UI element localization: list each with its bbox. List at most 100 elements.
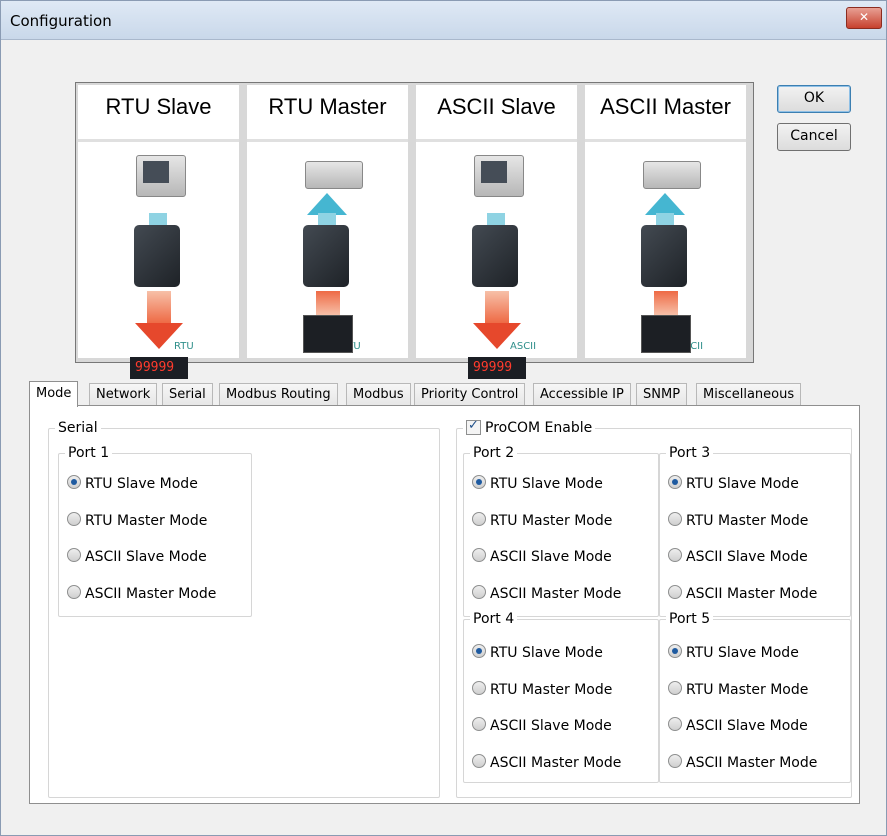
tab-snmp[interactable]: SNMP — [636, 383, 688, 406]
radio-button[interactable] — [67, 512, 81, 526]
port1-rtu-slave-radio[interactable]: RTU Slave Mode — [67, 475, 198, 493]
radio-label: ASCII Slave Mode — [490, 718, 612, 734]
radio-label: ASCII Master Mode — [686, 586, 818, 602]
radio-button[interactable] — [67, 585, 81, 599]
meter-display: 99999 — [135, 360, 175, 375]
port3-rtu-slave-radio[interactable]: RTU Slave Mode — [668, 475, 799, 493]
radio-label: ASCII Master Mode — [85, 586, 217, 602]
radio-button[interactable] — [472, 754, 486, 768]
radio-button[interactable] — [668, 717, 682, 731]
radio-label: RTU Master Mode — [85, 513, 208, 529]
panel-rtu-master: RTU Master RTU — [247, 85, 408, 358]
radio-button[interactable] — [668, 644, 682, 658]
tab-serial[interactable]: Serial — [162, 383, 213, 406]
tab-modbus-routing[interactable]: Modbus Routing — [219, 383, 338, 406]
radio-button[interactable] — [67, 548, 81, 562]
panel-ascii-master: ASCII Master ASCII — [585, 85, 746, 358]
port-label: Port 4 — [470, 611, 518, 627]
radio-button[interactable] — [67, 475, 81, 489]
radio-button[interactable] — [472, 585, 486, 599]
port-label: Port 5 — [666, 611, 714, 627]
radio-button[interactable] — [472, 681, 486, 695]
port2-rtu-slave-radio[interactable]: RTU Slave Mode — [472, 475, 603, 493]
radio-label: ASCII Master Mode — [490, 586, 622, 602]
panel-divider — [416, 139, 577, 142]
gateway-device-icon — [134, 225, 180, 287]
serial-group-label: Serial — [55, 420, 101, 436]
radio-button[interactable] — [472, 644, 486, 658]
pc-icon — [136, 155, 186, 197]
radio-button[interactable] — [472, 512, 486, 526]
port4-group: Port 4 RTU Slave Mode RTU Master Mode AS… — [463, 611, 659, 783]
port4-ascii-slave-radio[interactable]: ASCII Slave Mode — [472, 717, 612, 735]
tab-modbus[interactable]: Modbus — [346, 383, 411, 406]
port4-rtu-slave-radio[interactable]: RTU Slave Mode — [472, 644, 603, 662]
panel-rtu-slave: RTU Slave RTU 99999 — [78, 85, 239, 379]
radio-button[interactable] — [668, 585, 682, 599]
radio-label: RTU Master Mode — [490, 513, 613, 529]
arrow-down-stem — [485, 291, 509, 323]
port5-ascii-master-radio[interactable]: ASCII Master Mode — [668, 754, 817, 772]
ok-button[interactable]: OK — [777, 85, 851, 113]
port3-ascii-master-radio[interactable]: ASCII Master Mode — [668, 585, 817, 603]
port1-ascii-master-radio[interactable]: ASCII Master Mode — [67, 585, 216, 603]
gateway-device-icon — [641, 225, 687, 287]
mode-illustration-banner: RTU Slave RTU 99999 RTU Master RTU — [75, 82, 754, 379]
port4-rtu-master-radio[interactable]: RTU Master Mode — [472, 681, 612, 699]
mode-tab-page: Serial Port 1 RTU Slave Mode RTU Master … — [29, 405, 860, 804]
dialog-body: RTU Slave RTU 99999 RTU Master RTU — [9, 41, 878, 827]
radio-button[interactable] — [472, 475, 486, 489]
port1-group: Port 1 RTU Slave Mode RTU Master Mode AS… — [58, 445, 252, 617]
meter-display: 99999 — [473, 360, 513, 375]
radio-button[interactable] — [668, 548, 682, 562]
meter-device-icon: 99999 — [130, 357, 188, 379]
protocol-label: ASCII — [510, 341, 537, 352]
serial-group: Serial Port 1 RTU Slave Mode RTU Master … — [48, 420, 440, 798]
port-label: Port 3 — [666, 445, 714, 461]
tab-network[interactable]: Network — [89, 383, 158, 406]
radio-button[interactable] — [472, 717, 486, 731]
port2-ascii-master-radio[interactable]: ASCII Master Mode — [472, 585, 621, 603]
arrow-up-icon — [307, 193, 347, 215]
checkbox-icon[interactable] — [466, 418, 481, 435]
panel-ascii-slave: ASCII Slave ASCII 99999 — [416, 85, 577, 379]
arrow-up-icon — [645, 193, 685, 215]
panel-divider — [247, 139, 408, 142]
tab-priority-control[interactable]: Priority Control — [414, 383, 526, 406]
procom-group: ProCOM Enable Port 2 RTU Slave Mode RTU … — [456, 418, 852, 798]
radio-button[interactable] — [668, 754, 682, 768]
port2-ascii-slave-radio[interactable]: ASCII Slave Mode — [472, 548, 612, 566]
radio-label: ASCII Slave Mode — [686, 549, 808, 565]
port4-ascii-master-radio[interactable]: ASCII Master Mode — [472, 754, 621, 772]
tab-accessible-ip[interactable]: Accessible IP — [533, 383, 631, 406]
tab-miscellaneous[interactable]: Miscellaneous — [696, 383, 802, 406]
panel-divider — [78, 139, 239, 142]
radio-button[interactable] — [668, 475, 682, 489]
port5-rtu-slave-radio[interactable]: RTU Slave Mode — [668, 644, 799, 662]
panel-title: ASCII Slave — [437, 94, 556, 119]
radio-button[interactable] — [668, 512, 682, 526]
port-label: Port 2 — [470, 445, 518, 461]
port2-rtu-master-radio[interactable]: RTU Master Mode — [472, 512, 612, 530]
port1-ascii-slave-radio[interactable]: ASCII Slave Mode — [67, 548, 207, 566]
meter-device-icon: 99999 — [468, 357, 526, 379]
procom-enable-checkbox[interactable]: ProCOM Enable — [463, 418, 596, 436]
port3-rtu-master-radio[interactable]: RTU Master Mode — [668, 512, 808, 530]
radio-label: RTU Master Mode — [490, 682, 613, 698]
port5-ascii-slave-radio[interactable]: ASCII Slave Mode — [668, 717, 808, 735]
radio-label: ASCII Slave Mode — [85, 549, 207, 565]
port3-ascii-slave-radio[interactable]: ASCII Slave Mode — [668, 548, 808, 566]
tab-mode[interactable]: Mode — [29, 381, 79, 407]
radio-label: RTU Slave Mode — [686, 645, 799, 661]
procom-enable-label: ProCOM Enable — [485, 420, 593, 436]
radio-button[interactable] — [668, 681, 682, 695]
port5-rtu-master-radio[interactable]: RTU Master Mode — [668, 681, 808, 699]
port1-rtu-master-radio[interactable]: RTU Master Mode — [67, 512, 207, 530]
close-button[interactable]: ✕ — [846, 7, 882, 29]
protocol-label: RTU — [174, 341, 194, 352]
cancel-button[interactable]: Cancel — [777, 123, 851, 151]
radio-button[interactable] — [472, 548, 486, 562]
gateway-device-icon — [472, 225, 518, 287]
radio-label: ASCII Master Mode — [686, 755, 818, 771]
radio-label: RTU Master Mode — [686, 513, 809, 529]
